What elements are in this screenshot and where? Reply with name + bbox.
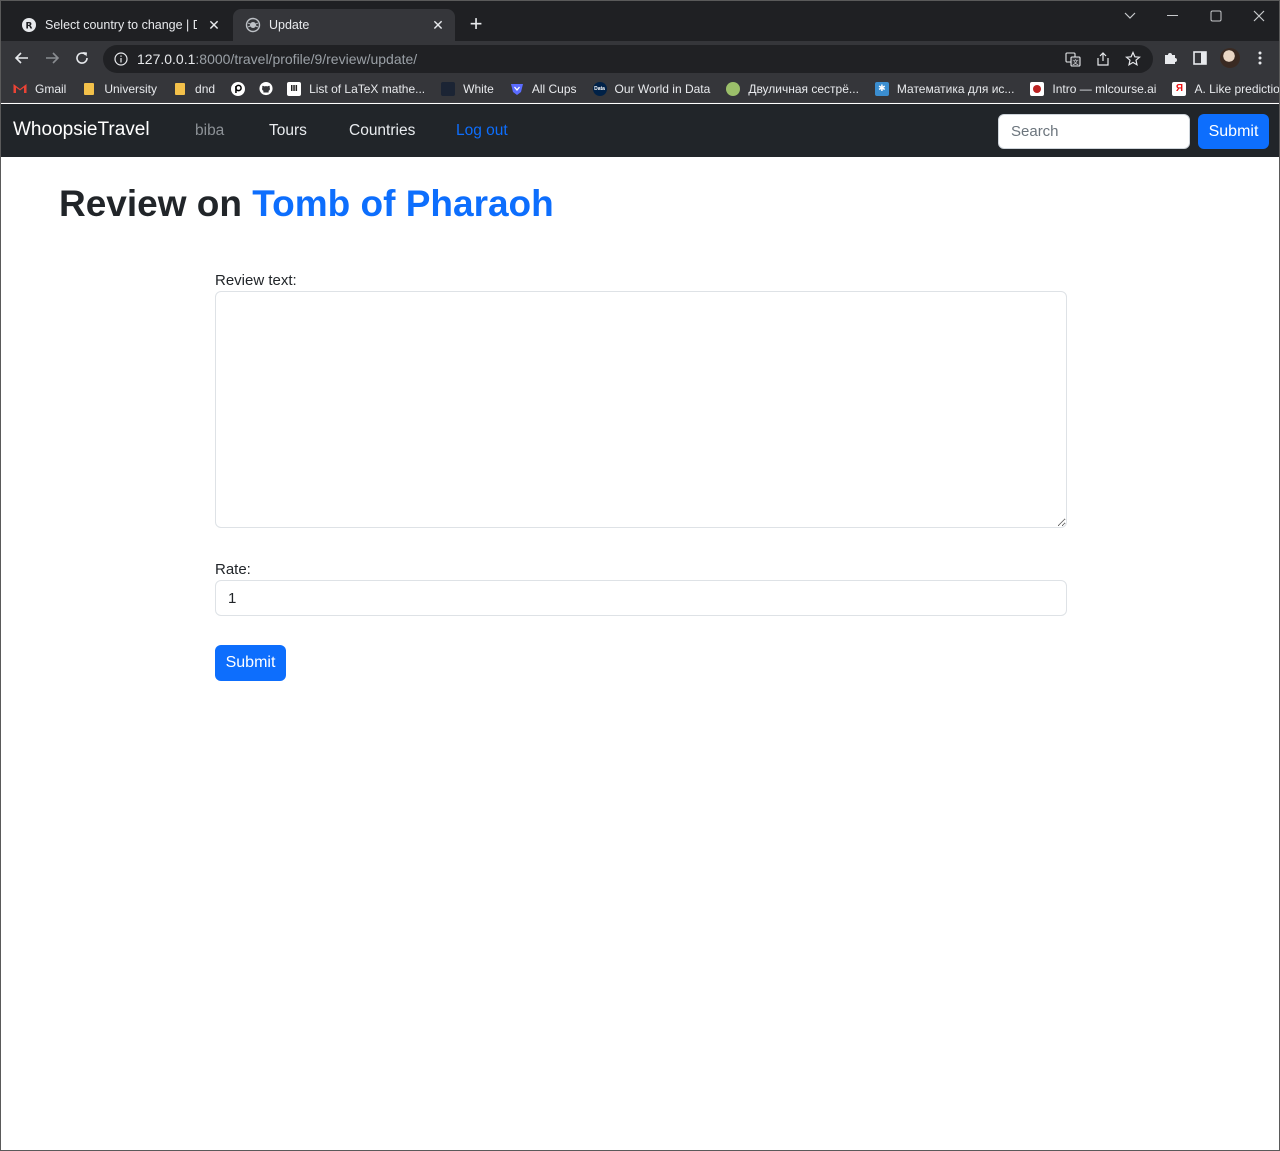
translate-icon[interactable]: 文 [1063, 49, 1083, 69]
close-tab-icon[interactable]: ✕ [205, 16, 223, 34]
page-title: Review on Tomb of Pharaoh [59, 183, 554, 225]
white-icon [441, 81, 456, 96]
tour-link[interactable]: Tomb of Pharaoh [252, 183, 553, 224]
django-admin-icon: R [21, 17, 37, 33]
brand-link[interactable]: WhoopsieTravel [13, 119, 150, 141]
bookmark-latex[interactable]: Ⅲ List of LaTeX mathe... [287, 81, 426, 96]
extensions-puzzle-icon[interactable] [1159, 47, 1181, 69]
search-submit-button[interactable]: Submit [1198, 114, 1269, 149]
url-host: 127.0.0.1 [137, 51, 196, 67]
review-text-label: Review text: [215, 272, 297, 289]
bookmark-github[interactable] [259, 81, 273, 96]
bookmark-university[interactable]: University [82, 82, 157, 96]
bookmark-label: All Cups [531, 81, 577, 96]
svg-text:R: R [26, 22, 33, 32]
reload-icon[interactable] [69, 45, 95, 71]
share-icon[interactable] [1093, 49, 1113, 69]
browser-window: R Select country to change | Djang ✕ Upd… [0, 0, 1280, 1151]
github-icon [259, 81, 273, 96]
nav-countries-link[interactable]: Countries [349, 122, 415, 140]
bookmark-label: Математика для ис... [896, 81, 1015, 96]
bookmark-pixiv[interactable] [231, 81, 246, 96]
folder-icon [82, 82, 96, 96]
site-navbar: WhoopsieTravel biba Tours Countries Log … [1, 104, 1279, 157]
bookmark-like-prediction[interactable]: Я A. Like prediction... [1172, 81, 1280, 96]
tab-update[interactable]: Update ✕ [233, 9, 455, 41]
bookmark-math[interactable]: ✱ Математика для ис... [874, 81, 1015, 96]
site-info-icon[interactable] [113, 51, 129, 67]
minimize-icon[interactable] [1151, 1, 1195, 31]
nav-logout-link[interactable]: Log out [456, 122, 508, 140]
latex-icon: Ⅲ [287, 81, 302, 96]
bookmark-label: White [463, 81, 494, 96]
novel-icon [726, 81, 741, 96]
address-bar[interactable]: 127.0.0.1:8000/travel/profile/9/review/u… [103, 45, 1153, 73]
bookmark-mlcourse[interactable]: Intro — mlcourse.ai [1030, 81, 1157, 96]
rate-label: Rate: [215, 561, 251, 578]
maximize-icon[interactable] [1194, 1, 1238, 31]
bookmark-label: dnd [195, 81, 216, 96]
bookmark-gmail[interactable]: Gmail [13, 82, 66, 96]
bookmark-label: Gmail [35, 81, 67, 96]
bookmark-white[interactable]: White [441, 81, 494, 96]
bookmark-novel[interactable]: Двуличная сестрё... [726, 81, 859, 96]
bookmark-owid[interactable]: Data Our World in Data [592, 81, 711, 96]
rate-input[interactable] [215, 580, 1067, 616]
bookmark-dnd[interactable]: dnd [173, 82, 215, 96]
url-path: :8000/travel/profile/9/review/update/ [195, 51, 418, 67]
bookmark-star-icon[interactable] [1123, 49, 1143, 69]
tab-select-country[interactable]: R Select country to change | Djang ✕ [9, 9, 231, 41]
url-text[interactable]: 127.0.0.1:8000/travel/profile/9/review/u… [137, 51, 417, 67]
owid-icon: Data [592, 81, 607, 96]
bookmarks-bar: Gmail University dnd Ⅲ List of LaTeX mat… [1, 75, 1280, 103]
close-window-icon[interactable] [1237, 1, 1279, 31]
avatar [1220, 48, 1240, 68]
close-tab-icon[interactable]: ✕ [429, 16, 447, 34]
math-icon: ✱ [874, 81, 889, 96]
bookmark-label: Intro — mlcourse.ai [1052, 81, 1157, 96]
bookmark-label: A. Like prediction... [1194, 81, 1280, 96]
nav-user-link[interactable]: biba [195, 122, 224, 140]
search-input[interactable] [998, 114, 1190, 149]
tab-title: Update [269, 18, 310, 32]
more-menu-icon[interactable] [1249, 47, 1271, 69]
allcups-icon [510, 82, 524, 96]
gmail-icon [13, 82, 27, 96]
new-tab-button[interactable]: + [464, 13, 488, 37]
review-textarea[interactable] [215, 291, 1067, 528]
review-submit-button[interactable]: Submit [215, 645, 286, 681]
mlcourse-icon [1030, 81, 1045, 96]
heading-prefix: Review on [59, 183, 242, 224]
folder-icon [173, 82, 187, 96]
svg-text:文: 文 [1072, 59, 1078, 67]
bookmark-allcups[interactable]: All Cups [510, 82, 577, 96]
bookmark-label: Двуличная сестрё... [748, 81, 859, 96]
browser-toolbar: 127.0.0.1:8000/travel/profile/9/review/u… [1, 41, 1279, 75]
bookmark-label: Our World in Data [614, 81, 711, 96]
bookmark-label: University [104, 81, 158, 96]
forward-arrow-icon[interactable] [39, 45, 65, 71]
side-panel-icon[interactable] [1189, 47, 1211, 69]
tab-search-icon[interactable] [1108, 1, 1152, 31]
globe-icon [245, 17, 261, 33]
yandex-icon: Я [1172, 81, 1187, 96]
pixiv-icon [231, 81, 246, 96]
tab-strip: R Select country to change | Djang ✕ Upd… [1, 1, 1279, 41]
nav-tours-link[interactable]: Tours [269, 122, 307, 140]
tab-title: Select country to change | Djang [45, 18, 197, 32]
back-arrow-icon[interactable] [9, 45, 35, 71]
profile-avatar[interactable] [1219, 47, 1241, 69]
bookmark-label: List of LaTeX mathe... [309, 81, 426, 96]
